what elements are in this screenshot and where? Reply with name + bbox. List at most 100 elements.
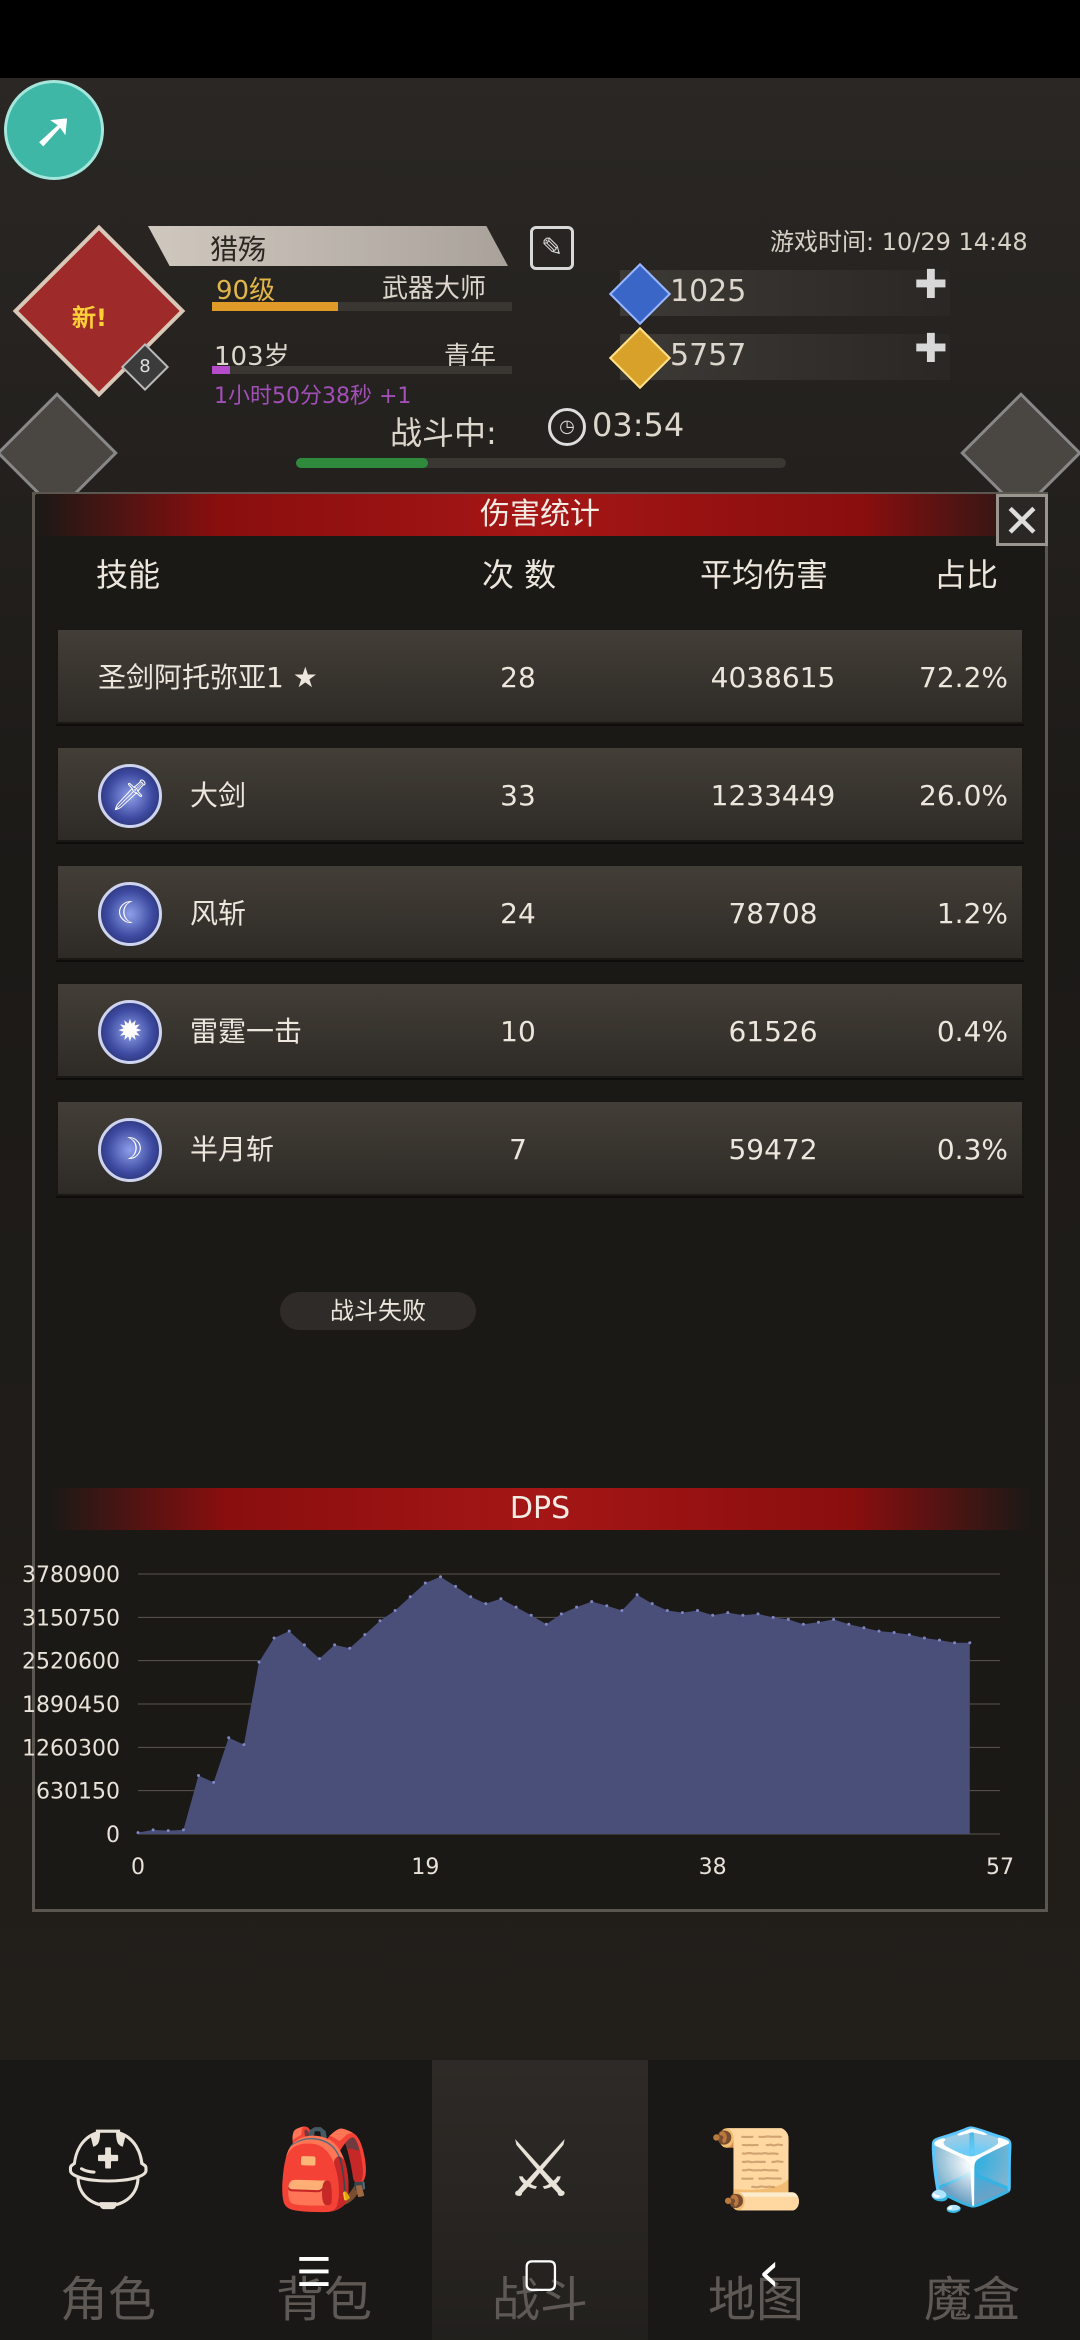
dps-point (212, 1780, 216, 1784)
chart-title: DPS (50, 1488, 1030, 1530)
dps-point (907, 1633, 911, 1637)
dps-point (605, 1604, 609, 1608)
y-tick-label: 1260300 (22, 1736, 120, 1761)
skill-row: 🗡 大剑 33 1233449 26.0% (56, 746, 1024, 842)
dps-point (333, 1643, 337, 1647)
back-icon[interactable]: ‹ (758, 2240, 780, 2305)
skill-count: 24 (500, 897, 536, 930)
dps-point (544, 1622, 548, 1626)
y-tick-label: 630150 (36, 1780, 120, 1805)
skill-percent: 1.2% (936, 897, 1008, 930)
home-icon[interactable]: ▢ (522, 2250, 560, 2296)
half-moon-icon: ☽ (98, 1118, 162, 1182)
skill-row: ☽ 半月斩 7 59472 0.3% (56, 1100, 1024, 1196)
skill-row: ✹ 雷霆一击 10 61526 0.4% (56, 982, 1024, 1078)
dps-point (257, 1660, 261, 1664)
dps-point (227, 1736, 231, 1740)
helmet-icon: ⛑ (58, 2125, 158, 2215)
y-tick-label: 2520600 (22, 1650, 120, 1675)
dps-point (408, 1595, 412, 1599)
skill-count: 33 (500, 779, 536, 812)
dps-chart: 3780900 3150750 2520600 1890450 1260300 63015… (22, 1563, 1014, 1880)
skill-percent: 72.2% (919, 661, 1008, 694)
col-avg: 平均伤害 (700, 556, 829, 594)
dps-point (817, 1620, 820, 1624)
system-nav-bar: ☰ ▢ ‹ (0, 2240, 1080, 2310)
battle-time: 03:54 (592, 406, 685, 444)
game-time: 游戏时间: 10/29 14:48 (770, 228, 1028, 256)
new-badge: 新! (72, 304, 107, 332)
dps-point (348, 1646, 352, 1650)
dps-area (138, 1576, 970, 1834)
dps-point (484, 1602, 488, 1606)
dps-point (197, 1774, 200, 1777)
scroll-map-icon: 📜 (707, 2125, 805, 2215)
rocket-icon[interactable]: ➚ (4, 80, 104, 180)
dps-point (741, 1613, 745, 1617)
dps-point (469, 1595, 473, 1599)
gold-count: 5757 (670, 338, 747, 373)
character-name: 猎殇 (210, 233, 267, 266)
x-tick-label: 0 (131, 1855, 145, 1880)
battle-progress-bar (296, 458, 786, 468)
x-tick-label: 19 (411, 1855, 439, 1880)
col-count: 次 数 (482, 556, 557, 594)
age-timer: 1小时50分38秒 +1 (214, 384, 412, 409)
dps-point (968, 1641, 972, 1645)
dps-point (423, 1581, 427, 1585)
dps-point (680, 1611, 684, 1615)
close-button[interactable]: ✕ (996, 494, 1048, 546)
dps-point (832, 1617, 836, 1621)
dps-point (439, 1575, 442, 1579)
battle-label: 战斗中: (390, 414, 497, 452)
dps-point (922, 1636, 926, 1640)
dps-point (181, 1828, 185, 1832)
character-class: 武器大师 (382, 274, 487, 304)
dps-point (529, 1613, 533, 1617)
dps-point (166, 1829, 170, 1833)
dps-point (635, 1593, 639, 1597)
name-plate (148, 226, 508, 266)
skill-percent: 0.3% (936, 1133, 1008, 1166)
dps-point (393, 1609, 397, 1612)
dps-point (756, 1612, 760, 1616)
dps-point (862, 1626, 866, 1630)
dialog-title: 伤害统计 (36, 494, 1044, 536)
dps-point (302, 1643, 306, 1647)
dps-point (938, 1638, 941, 1642)
skill-count: 28 (500, 661, 536, 694)
add-gold-button[interactable]: ✚ (914, 326, 948, 372)
x-tick-label: 38 (699, 1855, 727, 1880)
timer-icon: ◷ (548, 408, 586, 446)
dps-point (559, 1612, 563, 1616)
dps-point (454, 1584, 458, 1588)
dps-point (272, 1636, 276, 1640)
skill-percent: 0.4% (936, 1015, 1008, 1048)
skill-avg-damage: 4038615 (710, 661, 836, 694)
skill-count: 10 (500, 1015, 536, 1048)
dps-point (590, 1600, 594, 1604)
dps-point (786, 1617, 790, 1621)
skill-avg-damage: 78708 (728, 897, 818, 930)
skill-avg-damage: 1233449 (710, 779, 836, 812)
sword-shield-icon: ⚔ (505, 2125, 575, 2215)
dps-point (514, 1605, 518, 1609)
dps-point (363, 1633, 367, 1637)
battle-result: 战斗失败 (280, 1292, 476, 1330)
dps-point (696, 1609, 699, 1612)
menu-icon[interactable]: ☰ (296, 2250, 332, 2296)
skill-count: 7 (509, 1133, 527, 1166)
dps-point (151, 1828, 155, 1832)
backpack-icon: 🎒 (275, 2125, 373, 2215)
exp-bar (212, 302, 512, 311)
dps-point (499, 1597, 503, 1601)
dps-point (953, 1641, 957, 1645)
col-skill: 技能 (96, 556, 161, 594)
edit-name-icon[interactable]: ✎ (530, 226, 574, 270)
dps-point (650, 1602, 654, 1606)
dps-point (575, 1605, 579, 1609)
skill-row: ☾ 风斩 24 78708 1.2% (56, 864, 1024, 960)
dps-point (620, 1609, 624, 1612)
add-gems-button[interactable]: ✚ (914, 262, 948, 308)
dps-point (287, 1629, 291, 1633)
